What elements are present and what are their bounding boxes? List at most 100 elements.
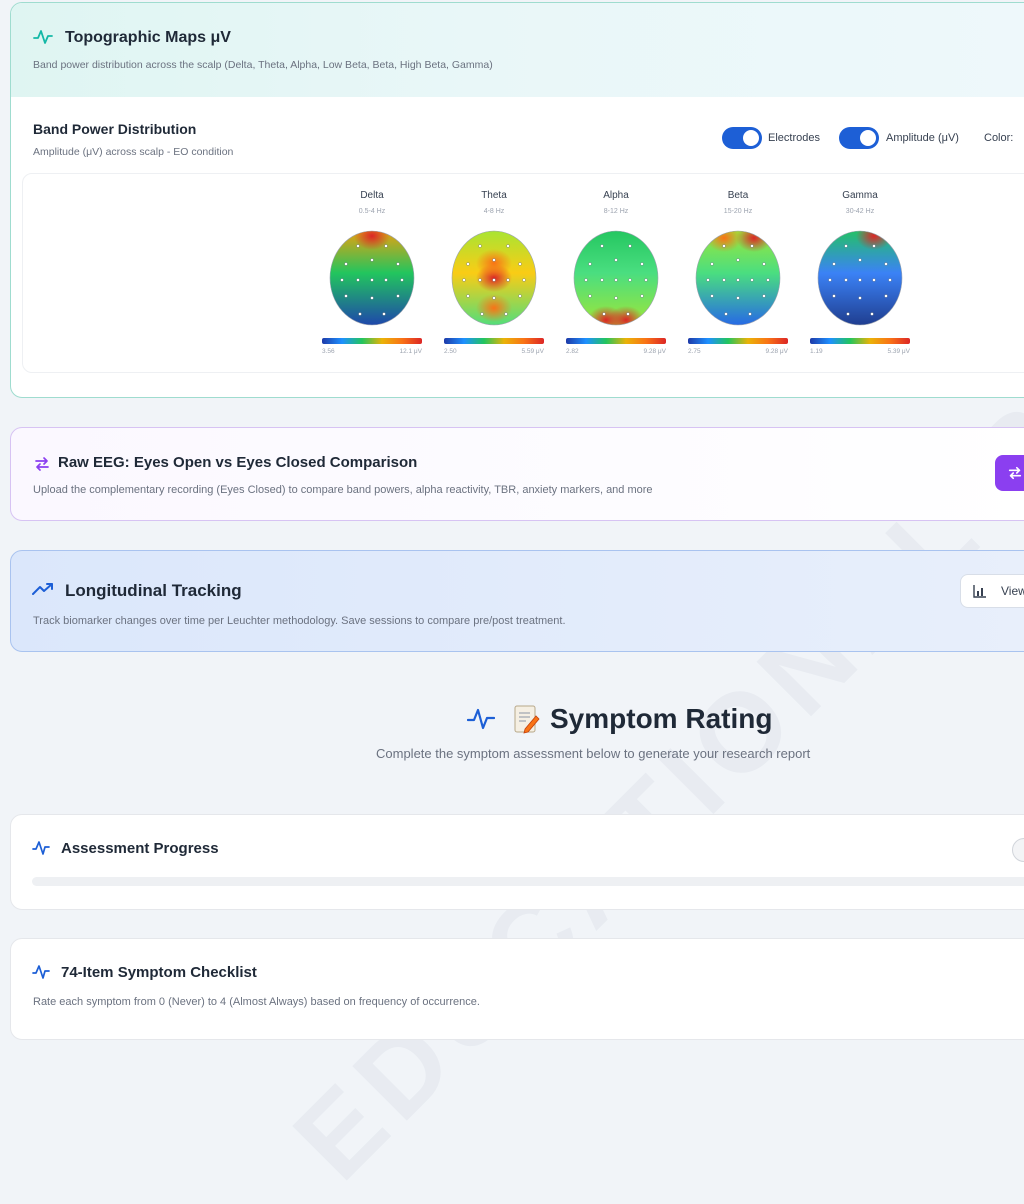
- electrode-dot: [384, 278, 388, 282]
- electrode-dot: [602, 312, 606, 316]
- view-history-button[interactable]: View: [960, 574, 1024, 608]
- electrode-dot: [750, 278, 754, 282]
- memo-icon: [514, 705, 540, 734]
- gamma-head-map: [817, 230, 903, 326]
- electrode-dot: [706, 278, 710, 282]
- electrode-dot: [400, 278, 404, 282]
- electrode-dot: [614, 278, 618, 282]
- band-delta: Delta 0.5-4 Hz 3.56 12.1 μV: [316, 174, 428, 372]
- theta-head-map: [451, 230, 537, 326]
- electrode-dot: [344, 294, 348, 298]
- electrode-dot: [358, 312, 362, 316]
- electrode-dot: [518, 294, 522, 298]
- electrode-dot: [832, 294, 836, 298]
- electrode-dot: [888, 278, 892, 282]
- view-button-label: View: [1001, 584, 1024, 598]
- color-scale-bar: [810, 338, 910, 344]
- symptom-rating-title: Symptom Rating: [550, 703, 773, 734]
- electrode-dot: [506, 244, 510, 248]
- electrode-dot: [872, 244, 876, 248]
- electrode-dot: [762, 262, 766, 266]
- scale-max: 9.28 μV: [643, 348, 666, 355]
- toggle-knob: [860, 130, 876, 146]
- longitudinal-subtitle: Track biomarker changes over time per Le…: [33, 615, 566, 627]
- electrode-dot: [872, 278, 876, 282]
- electrode-dot: [640, 294, 644, 298]
- band-range: 30-42 Hz: [845, 208, 875, 215]
- assessment-progress-card: [10, 814, 1024, 910]
- electrode-dot: [736, 296, 740, 300]
- electrode-dot: [640, 262, 644, 266]
- electrode-dot: [522, 278, 526, 282]
- longitudinal-tracking-card: [10, 550, 1024, 652]
- color-scale-bar: [688, 338, 788, 344]
- trending-up-icon: [32, 583, 53, 595]
- electrode-dot: [344, 262, 348, 266]
- electrode-dot: [710, 294, 714, 298]
- symptom-rating-subtitle: Complete the symptom assessment below to…: [376, 746, 811, 761]
- color-label: Color:: [984, 132, 1014, 144]
- topographic-maps-title: Topographic Maps μV: [65, 29, 231, 46]
- electrode-dot: [628, 244, 632, 248]
- electrodes-toggle-label: Electrodes: [768, 132, 820, 144]
- electrode-dot: [396, 262, 400, 266]
- raw-eeg-title: Raw EEG: Eyes Open vs Eyes Closed Compar…: [58, 454, 418, 471]
- electrode-dot: [370, 296, 374, 300]
- electrode-dot: [710, 262, 714, 266]
- electrode-dot: [588, 262, 592, 266]
- pulse-icon: [32, 965, 50, 979]
- electrode-dot: [382, 312, 386, 316]
- electrode-dot: [356, 244, 360, 248]
- electrode-dot: [858, 278, 862, 282]
- swap-icon: [35, 457, 49, 471]
- symptom-checklist-card: [10, 938, 1024, 1040]
- electrode-dot: [844, 278, 848, 282]
- color-scale-bar: [444, 338, 544, 344]
- electrode-dot: [478, 244, 482, 248]
- band-name: Theta: [481, 190, 507, 201]
- band-name: Beta: [727, 190, 749, 201]
- electrode-dot: [828, 278, 832, 282]
- band-gamma: Gamma 30-42 Hz 1.19 5.39 μV: [804, 174, 916, 372]
- band-alpha: Alpha 8-12 Hz 2.82 9.28 μV: [560, 174, 672, 372]
- electrode-dot: [844, 244, 848, 248]
- band-beta: Beta 15-20 Hz 2.75 9.28 μV: [682, 174, 794, 372]
- raw-eeg-comparison-card: [10, 427, 1024, 521]
- topographic-card-header: [11, 3, 1024, 97]
- electrode-dot: [506, 278, 510, 282]
- scale-min: 2.50: [444, 348, 457, 355]
- electrode-dot: [384, 244, 388, 248]
- electrode-dot: [736, 258, 740, 262]
- electrode-dot: [492, 278, 496, 282]
- pulse-icon: [32, 841, 50, 855]
- amplitude-toggle[interactable]: [839, 127, 879, 149]
- symptom-checklist-subtitle: Rate each symptom from 0 (Never) to 4 (A…: [33, 996, 480, 1008]
- electrode-dot: [370, 258, 374, 262]
- color-scale-bar: [322, 338, 422, 344]
- electrode-dot: [736, 278, 740, 282]
- electrode-dot: [600, 278, 604, 282]
- upload-comparison-button[interactable]: [995, 455, 1024, 491]
- color-scale-bar: [566, 338, 666, 344]
- electrode-dot: [600, 244, 604, 248]
- scale-min: 2.82: [566, 348, 579, 355]
- band-range: 8-12 Hz: [603, 208, 629, 215]
- electrode-dot: [584, 278, 588, 282]
- delta-head-map: [329, 230, 415, 326]
- band-power-title: Band Power Distribution: [33, 121, 197, 137]
- electrodes-toggle[interactable]: [722, 127, 762, 149]
- amplitude-toggle-label: Amplitude (μV): [886, 132, 959, 144]
- electrode-dot: [846, 312, 850, 316]
- electrode-dot: [492, 258, 496, 262]
- scale-max: 5.59 μV: [521, 348, 544, 355]
- longitudinal-title: Longitudinal Tracking: [65, 581, 242, 600]
- electrode-dot: [614, 296, 618, 300]
- electrode-dot: [724, 312, 728, 316]
- electrode-dot: [462, 278, 466, 282]
- electrode-dot: [884, 262, 888, 266]
- band-power-subtitle: Amplitude (μV) across scalp - EO conditi…: [33, 146, 234, 158]
- electrode-dot: [480, 312, 484, 316]
- band-range: 0.5-4 Hz: [358, 208, 386, 215]
- scale-max: 9.28 μV: [765, 348, 788, 355]
- electrode-dot: [588, 294, 592, 298]
